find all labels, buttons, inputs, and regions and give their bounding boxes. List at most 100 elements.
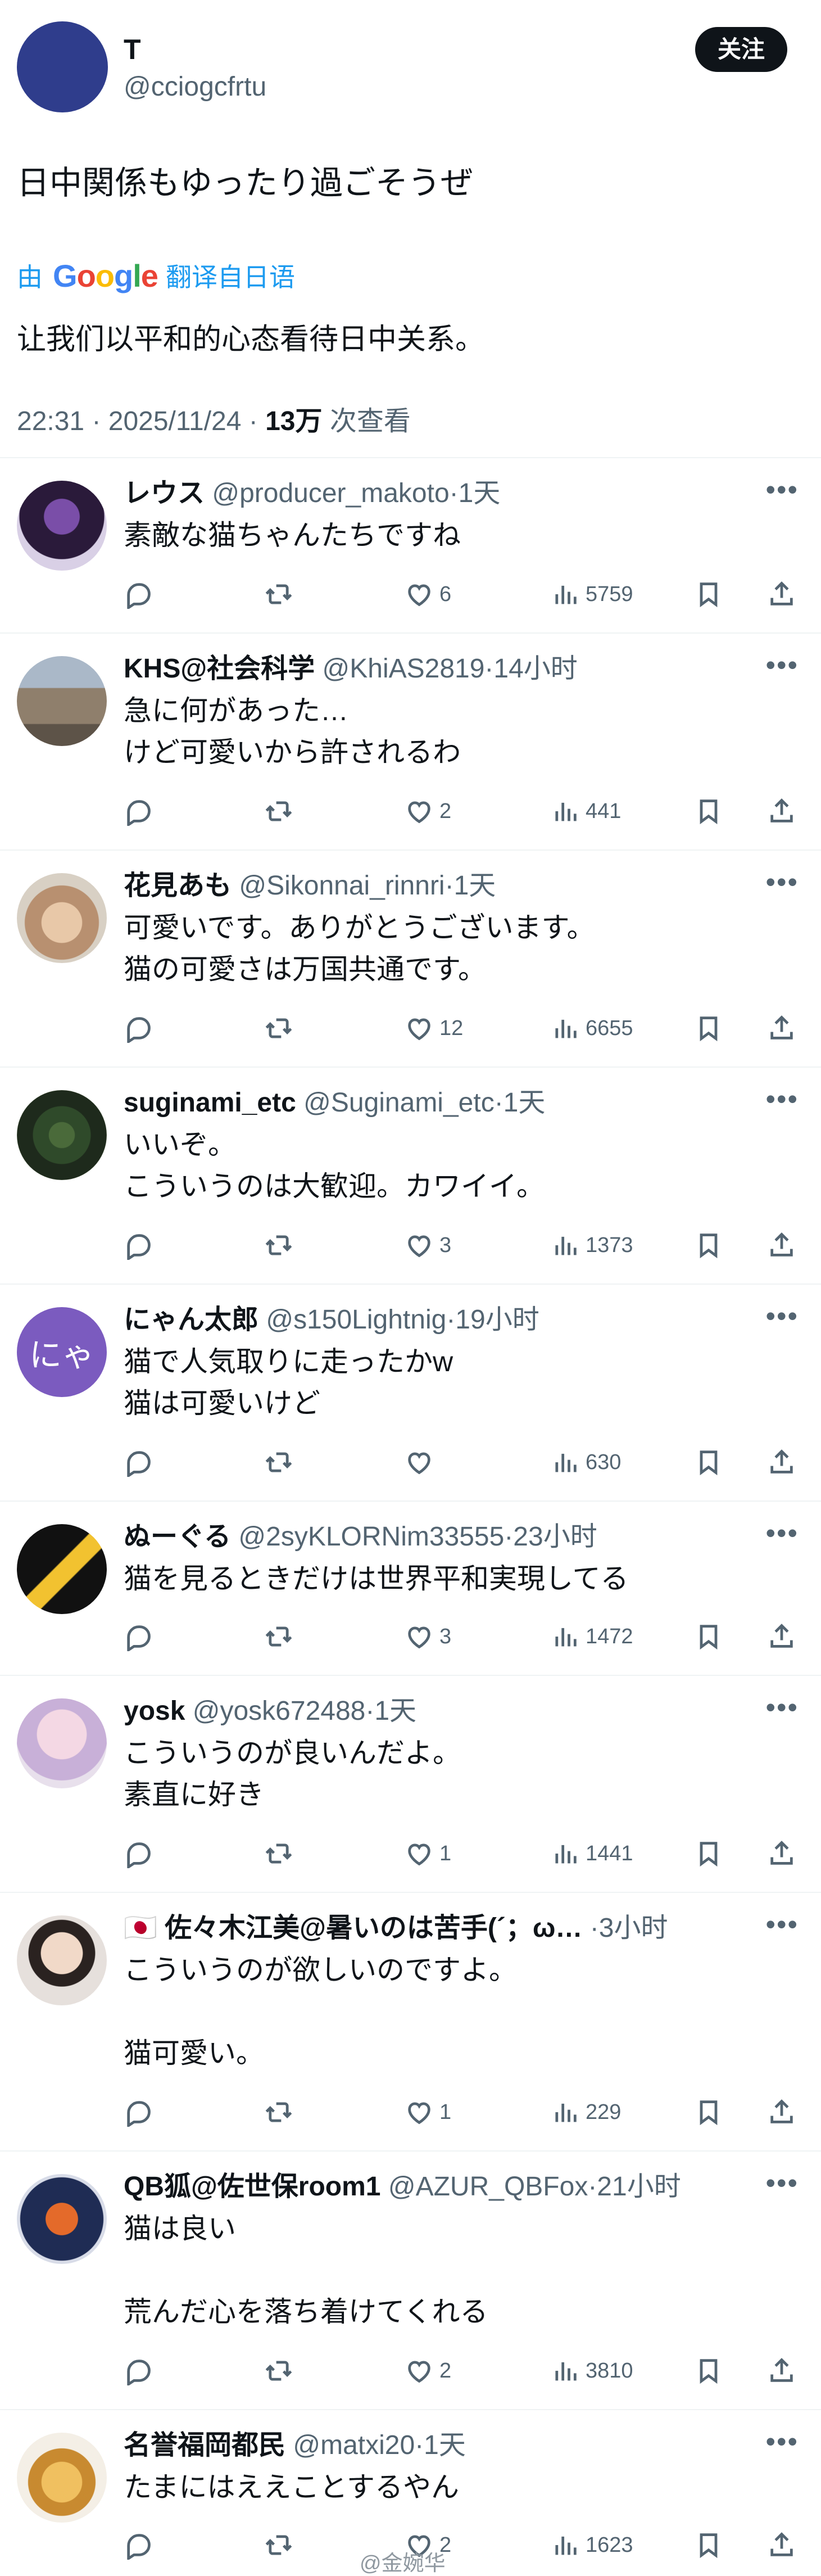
avatar[interactable]	[17, 1090, 107, 1180]
reply-time[interactable]: 1天	[454, 871, 496, 901]
bookmark-button[interactable]	[694, 794, 723, 828]
reply-time[interactable]: 1天	[459, 478, 501, 508]
reply-button[interactable]	[124, 577, 153, 611]
bookmark-button[interactable]	[694, 2095, 723, 2129]
like-button[interactable]: 1	[405, 2095, 451, 2129]
avatar[interactable]	[17, 2433, 107, 2523]
reply-button[interactable]	[124, 2095, 153, 2129]
share-button[interactable]	[767, 1011, 796, 1045]
reply-time[interactable]: 19小时	[455, 1305, 539, 1335]
bookmark-button[interactable]	[694, 1011, 723, 1045]
retweet-button[interactable]	[264, 1620, 293, 1653]
reply-author-handle[interactable]: @AZUR_QBFox	[388, 2172, 588, 2202]
bookmark-button[interactable]	[694, 1445, 723, 1479]
views-button[interactable]: 441	[551, 794, 621, 828]
reply-item[interactable]: 花見あも @Sikonnai_rinnri·1天 ••• 可愛いです。ありがとうござ…	[0, 851, 821, 1068]
avatar[interactable]	[17, 481, 107, 571]
views-button[interactable]: 1472	[551, 1620, 633, 1653]
reply-author-name[interactable]: suginami_etc	[124, 1088, 296, 1118]
reply-author-name[interactable]: yosk	[124, 1696, 185, 1726]
reply-button[interactable]	[124, 1228, 153, 1262]
avatar[interactable]	[17, 2174, 107, 2264]
views-button[interactable]: 3810	[551, 2354, 633, 2388]
reply-time[interactable]: 14小时	[493, 654, 577, 684]
reply-author-handle[interactable]: @s150Lightnig	[266, 1305, 446, 1335]
like-button[interactable]: 12	[405, 1011, 463, 1045]
share-button[interactable]	[767, 2354, 796, 2388]
share-button[interactable]	[767, 1445, 796, 1479]
reply-author-handle[interactable]: @KhiAS2819	[323, 654, 485, 684]
reply-author-handle[interactable]: @matxi20	[293, 2430, 415, 2460]
share-button[interactable]	[767, 1620, 796, 1653]
views-button[interactable]: 229	[551, 2095, 621, 2129]
share-button[interactable]	[767, 577, 796, 611]
reply-time[interactable]: 23小时	[513, 1522, 597, 1552]
bookmark-button[interactable]	[694, 2528, 723, 2562]
post-time[interactable]: 22:31 · 2025/11/24 ·	[17, 406, 265, 436]
reply-item[interactable]: QB狐@佐世保room1 @AZUR_QBFox·21小时 ••• 猫は良い 荒んだ…	[0, 2152, 821, 2410]
author-handle[interactable]: @cciogcfrtu	[124, 70, 266, 104]
reply-author-name[interactable]: にゃん太郎	[124, 1305, 258, 1335]
views-button[interactable]: 6655	[551, 1011, 633, 1045]
retweet-button[interactable]	[264, 2095, 293, 2129]
more-options-icon[interactable]: •••	[765, 1519, 799, 1547]
share-button[interactable]	[767, 794, 796, 828]
more-options-icon[interactable]: •••	[765, 651, 799, 679]
more-options-icon[interactable]: •••	[765, 1693, 799, 1721]
like-button[interactable]: 2	[405, 794, 451, 828]
reply-item[interactable]: ぬーぐる @2syKLORNim33555·23小时 ••• 猫を見るときだけは世界…	[0, 1502, 821, 1676]
retweet-button[interactable]	[264, 2354, 293, 2388]
reply-button[interactable]	[124, 1837, 153, 1870]
retweet-button[interactable]	[264, 1445, 293, 1479]
more-options-icon[interactable]: •••	[765, 2428, 799, 2456]
reply-time[interactable]: 1天	[504, 1088, 546, 1118]
reply-item[interactable]: レウス @producer_makoto·1天 ••• 素敵な猫ちゃんたちですね 6 5…	[0, 458, 821, 634]
reply-author-handle[interactable]: @Sikonnai_rinnri	[239, 871, 444, 901]
author-avatar[interactable]	[17, 21, 108, 112]
bookmark-button[interactable]	[694, 1620, 723, 1653]
views-button[interactable]: 5759	[551, 577, 633, 611]
reply-time[interactable]: 1天	[424, 2430, 466, 2460]
retweet-button[interactable]	[264, 1011, 293, 1045]
reply-button[interactable]	[124, 794, 153, 828]
like-button[interactable]: 2	[405, 2354, 451, 2388]
more-options-icon[interactable]: •••	[765, 1085, 799, 1113]
share-button[interactable]	[767, 2095, 796, 2129]
reply-author-name[interactable]: レウス	[124, 478, 205, 508]
more-options-icon[interactable]: •••	[765, 2169, 799, 2197]
reply-author-handle[interactable]: @producer_makoto	[212, 478, 449, 508]
reply-item[interactable]: 🇯🇵 佐々木江美@暑いのは苦手(´；ω… ·3小时 ••• こういうのが欲しいのです…	[0, 1893, 821, 2152]
like-button[interactable]: 6	[405, 577, 451, 611]
avatar[interactable]	[17, 1915, 107, 2005]
reply-button[interactable]	[124, 2528, 153, 2562]
bookmark-button[interactable]	[694, 1837, 723, 1870]
views-button[interactable]: 1623	[551, 2528, 633, 2562]
more-options-icon[interactable]: •••	[765, 1910, 799, 1938]
views-button[interactable]: 630	[551, 1445, 621, 1479]
reply-item[interactable]: KHS@社会科学 @KhiAS2819·14小时 ••• 急に何があった… けど可愛…	[0, 634, 821, 851]
reply-time[interactable]: 21小时	[597, 2172, 681, 2202]
retweet-button[interactable]	[264, 577, 293, 611]
views-button[interactable]: 1441	[551, 1837, 633, 1870]
reply-item[interactable]: yosk @yosk672488·1天 ••• こういうのが良いんだよ。 素直に好き…	[0, 1676, 821, 1893]
reply-time[interactable]: 1天	[374, 1696, 416, 1726]
retweet-button[interactable]	[264, 1228, 293, 1262]
reply-button[interactable]	[124, 1620, 153, 1653]
reply-author-name[interactable]: QB狐@佐世保room1	[124, 2172, 381, 2202]
reply-author-name[interactable]: 花見あも	[124, 871, 232, 901]
more-options-icon[interactable]: •••	[765, 1302, 799, 1330]
like-button[interactable]: 3	[405, 1620, 451, 1653]
share-button[interactable]	[767, 1228, 796, 1262]
retweet-button[interactable]	[264, 2528, 293, 2562]
reply-button[interactable]	[124, 1011, 153, 1045]
avatar[interactable]	[17, 656, 107, 746]
more-options-icon[interactable]: •••	[765, 868, 799, 896]
avatar[interactable]	[17, 873, 107, 963]
reply-author-name[interactable]: 名誉福岡都民	[124, 2430, 285, 2460]
reply-author-handle[interactable]: @yosk672488	[193, 1696, 366, 1726]
reply-item[interactable]: にゃ にゃん太郎 @s150Lightnig·19小时 ••• 猫で人気取りに走ったか…	[0, 1285, 821, 1502]
retweet-button[interactable]	[264, 794, 293, 828]
reply-author-name[interactable]: 🇯🇵 佐々木江美@暑いのは苦手(´；ω…	[124, 1913, 582, 1943]
like-button[interactable]: 3	[405, 1228, 451, 1262]
reply-button[interactable]	[124, 2354, 153, 2388]
